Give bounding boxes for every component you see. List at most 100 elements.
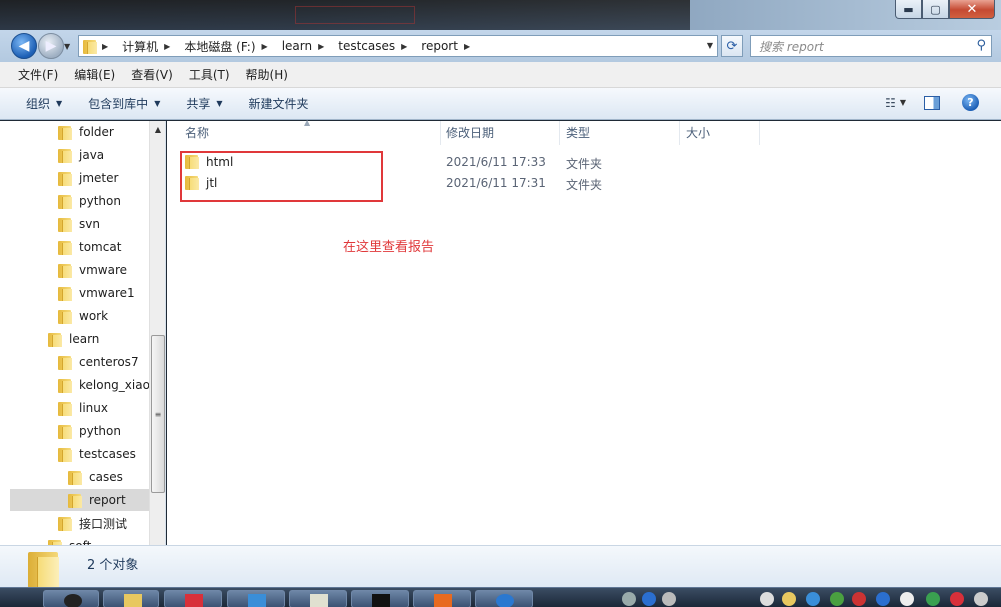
nav-tree-item[interactable]: centeros7: [58, 351, 139, 373]
breadcrumb-separator[interactable]: ▶: [262, 42, 276, 51]
chevron-down-icon: ▼: [216, 99, 223, 108]
back-button[interactable]: ◀: [11, 33, 37, 59]
tray-icon[interactable]: [806, 592, 820, 606]
nav-tree-item[interactable]: cases: [68, 466, 123, 488]
nav-tree-item[interactable]: work: [58, 305, 108, 327]
nav-tree-item[interactable]: linux: [58, 397, 108, 419]
address-dropdown[interactable]: ▼: [707, 41, 713, 50]
menu-view[interactable]: 查看(V): [131, 66, 173, 83]
nav-tree-item[interactable]: java: [58, 144, 104, 166]
nav-tree-item[interactable]: 接口测试: [58, 512, 127, 534]
menu-tools[interactable]: 工具(T): [189, 66, 230, 83]
tray-icon[interactable]: [830, 592, 844, 606]
breadcrumb-item[interactable]: 本地磁盘 (F:): [184, 38, 255, 55]
scroll-up-arrow[interactable]: ▲: [150, 121, 165, 138]
tray-icon[interactable]: [852, 592, 866, 606]
chevron-down-icon[interactable]: ▼: [900, 98, 906, 107]
help-icon[interactable]: ?: [962, 94, 979, 111]
nav-tree-label: jmeter: [79, 171, 119, 185]
minimize-button[interactable]: ▬: [895, 0, 922, 19]
recent-pages-dropdown[interactable]: ▼: [64, 42, 70, 51]
breadcrumb-separator[interactable]: ▶: [164, 42, 178, 51]
search-input[interactable]: 搜索 report ⚲: [750, 35, 992, 57]
taskbar-app-button[interactable]: [43, 590, 99, 607]
tray-icon[interactable]: [622, 592, 636, 606]
nav-tree-item[interactable]: jmeter: [58, 167, 118, 189]
breadcrumb-item[interactable]: 计算机: [122, 38, 158, 55]
new-folder-button[interactable]: 新建文件夹: [249, 95, 309, 112]
item-count: 2 个对象: [87, 558, 139, 573]
nav-tree-label: svn: [79, 217, 100, 231]
nav-tree-item[interactable]: kelong_xiao: [58, 374, 150, 396]
nav-tree-item[interactable]: python: [58, 420, 121, 442]
chevron-right-icon: ▶: [463, 41, 471, 51]
menu-edit[interactable]: 编辑(E): [74, 66, 115, 83]
browser-icon: [496, 594, 514, 607]
taskbar-app-button[interactable]: [475, 590, 533, 607]
tray-icon[interactable]: [876, 592, 890, 606]
breadcrumb-item[interactable]: learn: [282, 39, 312, 53]
nav-tree-item[interactable]: folder: [58, 121, 114, 143]
taskbar-app-button[interactable]: [351, 590, 409, 607]
nav-tree-item[interactable]: svn: [58, 213, 100, 235]
breadcrumb-item[interactable]: report: [421, 39, 458, 53]
address-field[interactable]: ▶ 计算机 ▶ 本地磁盘 (F:) ▶ learn ▶ testcases ▶ …: [78, 35, 718, 57]
navigation-scrollbar[interactable]: ▲ ≡: [149, 121, 165, 545]
nav-tree-item[interactable]: python: [58, 190, 121, 212]
file-list-pane: ▲ 名称 修改日期 类型 大小 html 2021/6/11 17:33 文件夹…: [167, 118, 1001, 545]
tray-icon[interactable]: [900, 592, 914, 606]
folder-icon: [58, 309, 72, 324]
nav-tree-label: vmware1: [79, 286, 135, 300]
taskbar-explorer-button[interactable]: [103, 590, 159, 607]
nav-tree-item[interactable]: soft: [48, 535, 91, 545]
nav-tree-item[interactable]: testcases: [58, 443, 136, 465]
preview-pane-icon[interactable]: [924, 95, 940, 110]
folder-icon: [58, 217, 72, 232]
menu-help[interactable]: 帮助(H): [246, 66, 288, 83]
maximize-button[interactable]: ▢: [922, 0, 949, 19]
view-options-icon[interactable]: ☷: [885, 96, 896, 110]
nav-tree-item[interactable]: tomcat: [58, 236, 121, 258]
taskbar-app-button[interactable]: [164, 590, 222, 607]
breadcrumb-item[interactable]: testcases: [338, 39, 395, 53]
forward-button[interactable]: ▶: [38, 33, 64, 59]
breadcrumb-separator[interactable]: ▶: [464, 42, 478, 51]
breadcrumb-separator[interactable]: ▶: [318, 42, 332, 51]
organize-button[interactable]: 组织 ▼: [26, 95, 62, 112]
menu-file[interactable]: 文件(F): [18, 66, 58, 83]
file-type: 文件夹: [566, 178, 603, 192]
tray-icon[interactable]: [760, 592, 774, 606]
file-date: 2021/6/11 17:31: [446, 176, 546, 190]
title-bar: ▬ ▢ ✕: [0, 0, 1001, 30]
nav-tree-item[interactable]: learn: [48, 328, 99, 350]
taskbar-app-button[interactable]: [289, 590, 347, 607]
scrollbar-thumb[interactable]: ≡: [151, 335, 165, 493]
refresh-button[interactable]: ⟳: [721, 35, 743, 57]
column-header-size[interactable]: 大小: [680, 121, 760, 145]
tray-icon[interactable]: [926, 592, 940, 606]
breadcrumb-separator[interactable]: ▶: [401, 42, 415, 51]
column-header-type[interactable]: 类型: [560, 121, 680, 145]
taskbar-app-button[interactable]: [413, 590, 471, 607]
search-icon[interactable]: ⚲: [976, 38, 986, 53]
folder-icon: [68, 470, 82, 485]
column-header-name[interactable]: 名称: [179, 121, 441, 145]
tray-icon[interactable]: [950, 592, 964, 606]
include-in-library-button[interactable]: 包含到库中 ▼: [88, 95, 160, 112]
tray-icon[interactable]: [782, 592, 796, 606]
close-button[interactable]: ✕: [949, 0, 995, 19]
taskbar-app-button[interactable]: [227, 590, 285, 607]
share-button[interactable]: 共享 ▼: [186, 95, 222, 112]
share-label: 共享: [186, 97, 211, 111]
window-controls: ▬ ▢ ✕: [895, 0, 995, 19]
nav-tree-item[interactable]: vmware: [58, 259, 127, 281]
nav-tree-item[interactable]: vmware1: [58, 282, 135, 304]
column-header-date[interactable]: 修改日期: [440, 121, 560, 145]
folder-icon: [58, 263, 72, 278]
breadcrumb-separator[interactable]: ▶: [102, 42, 116, 51]
nav-tree-item[interactable]: report: [10, 489, 149, 511]
help-icon[interactable]: [642, 592, 656, 606]
search-placeholder: 搜索 report: [759, 39, 824, 54]
tray-icon[interactable]: [974, 592, 988, 606]
tray-icon[interactable]: [662, 592, 676, 606]
